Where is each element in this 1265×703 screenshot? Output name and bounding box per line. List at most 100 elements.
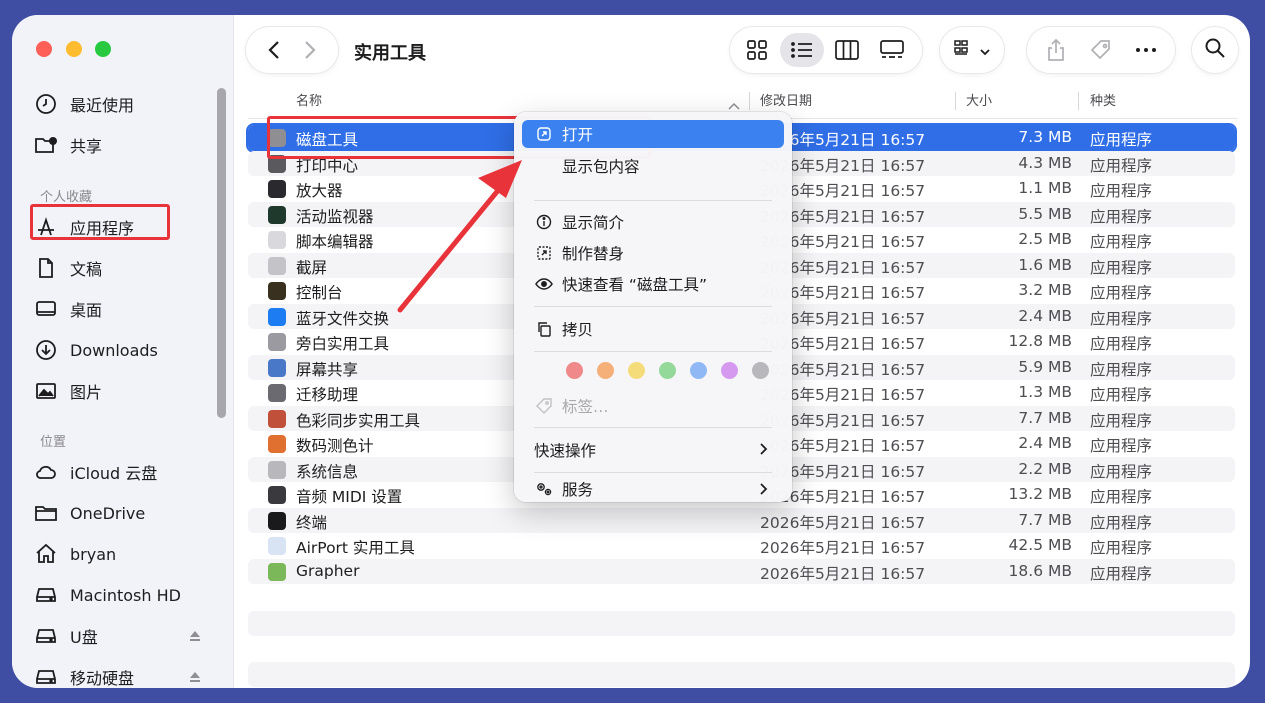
file-name: 截屏 <box>296 258 328 277</box>
column-separator[interactable] <box>1078 92 1079 110</box>
file-name: AirPort 实用工具 <box>296 539 415 557</box>
tag-color-dot[interactable] <box>628 362 645 379</box>
app-icon <box>268 282 286 300</box>
menu-item-copy[interactable]: 拷贝 <box>522 315 784 343</box>
eye-icon <box>534 274 554 294</box>
tag-color-dot[interactable] <box>721 362 738 379</box>
close-window-button[interactable] <box>36 41 52 57</box>
file-name: 色彩同步实用工具 <box>296 411 421 430</box>
column-view-button[interactable] <box>825 33 869 67</box>
window-title: 实用工具 <box>354 43 426 64</box>
file-row[interactable]: AirPort 实用工具 2026年5月21日 16:57 42.5 MB 应用程序 <box>248 533 1235 559</box>
menu-item-quick-actions[interactable]: 快速操作 <box>522 436 784 464</box>
group-by-button[interactable] <box>940 27 1004 73</box>
sidebar-item-icloud[interactable]: iCloud 云盘 <box>32 455 212 489</box>
copy-icon <box>534 319 554 339</box>
app-icon <box>268 562 286 581</box>
file-size: 4.3 MB <box>1018 153 1072 172</box>
tag-color-dot[interactable] <box>566 362 583 379</box>
column-header-name[interactable]: 名称 <box>296 90 322 112</box>
empty-row <box>248 662 1235 687</box>
menu-item-show-package-contents[interactable]: 显示包内容 <box>522 152 784 180</box>
disk-icon <box>32 622 60 650</box>
file-size: 18.6 MB <box>1008 561 1072 580</box>
menu-item-make-alias[interactable]: 制作替身 <box>522 239 784 267</box>
home-icon <box>32 540 60 568</box>
file-kind: 应用程序 <box>1090 564 1153 583</box>
file-kind: 应用程序 <box>1090 233 1153 251</box>
app-icon <box>268 511 286 530</box>
app-icon <box>268 256 286 275</box>
chevron-right-icon <box>759 482 768 500</box>
column-separator[interactable] <box>955 92 956 110</box>
menu-item-services[interactable]: 服务 <box>522 478 784 500</box>
sidebar-item-recents[interactable]: 最近使用 <box>32 87 212 121</box>
gallery-view-button[interactable] <box>870 33 914 67</box>
tag-color-dot[interactable] <box>690 362 707 379</box>
file-row[interactable]: 终端 2026年5月21日 16:57 7.7 MB 应用程序 <box>248 507 1235 533</box>
sidebar-item-label: U盘 <box>70 628 98 647</box>
view-mode-group <box>730 27 922 73</box>
sidebar-item-external-drive[interactable]: 移动硬盘 <box>32 660 212 688</box>
tag-icon <box>534 396 554 416</box>
cloud-icon <box>32 458 60 486</box>
icon-view-button[interactable] <box>735 33 779 67</box>
file-kind: 应用程序 <box>1090 156 1153 175</box>
sidebar-item-downloads[interactable]: Downloads <box>32 333 212 367</box>
app-icon <box>268 307 286 326</box>
file-kind: 应用程序 <box>1090 513 1153 532</box>
toolbar: 实用工具 <box>234 15 1250 85</box>
sidebar-item-macintosh-hd[interactable]: Macintosh HD <box>32 578 212 612</box>
eject-icon[interactable] <box>188 628 202 642</box>
file-name: 终端 <box>296 513 328 532</box>
column-header-kind[interactable]: 种类 <box>1090 90 1116 112</box>
gears-icon <box>534 479 554 499</box>
file-row[interactable]: Grapher 2026年5月21日 16:57 18.6 MB 应用程序 <box>248 558 1235 584</box>
list-view-button[interactable] <box>780 33 824 67</box>
sidebar-item-home[interactable]: bryan <box>32 537 212 571</box>
sidebar-scrollbar[interactable] <box>217 88 226 418</box>
search-button[interactable] <box>1192 27 1238 73</box>
column-header-date[interactable]: 修改日期 <box>760 90 812 112</box>
sidebar-item-documents[interactable]: 文稿 <box>32 251 212 285</box>
file-size: 1.3 MB <box>1018 383 1072 401</box>
back-button[interactable] <box>261 37 287 63</box>
sidebar-item-label: 桌面 <box>70 301 103 320</box>
sidebar-item-label: 应用程序 <box>70 219 135 238</box>
menu-item-open[interactable]: 打开 <box>522 120 784 148</box>
sidebar-item-applications[interactable]: 应用程序 <box>32 210 212 244</box>
menu-item-get-info[interactable]: 显示简介 <box>522 208 784 236</box>
tag-button[interactable] <box>1083 33 1119 67</box>
file-kind: 应用程序 <box>1090 462 1153 481</box>
more-button[interactable] <box>1128 33 1164 67</box>
chevron-right-icon <box>759 442 768 460</box>
menu-item-tags[interactable]: 标签… <box>522 392 784 420</box>
file-size: 2.4 MB <box>1018 434 1072 452</box>
forward-button[interactable] <box>297 37 323 63</box>
sidebar-item-desktop[interactable]: 桌面 <box>32 292 212 326</box>
menu-item-quick-look[interactable]: 快速查看 “磁盘工具” <box>522 270 784 298</box>
sidebar-item-shared[interactable]: 共享 <box>32 128 212 162</box>
tag-color-dot[interactable] <box>597 362 614 379</box>
sidebar-item-pictures[interactable]: 图片 <box>32 374 212 408</box>
sidebar-item-usb-drive[interactable]: U盘 <box>32 619 212 653</box>
sidebar-item-onedrive[interactable]: OneDrive <box>32 496 212 530</box>
tag-color-dot[interactable] <box>752 362 769 379</box>
sidebar-item-label: iCloud 云盘 <box>70 464 158 483</box>
minimize-window-button[interactable] <box>66 41 82 57</box>
file-kind: 应用程序 <box>1090 207 1153 226</box>
app-icon <box>268 486 286 504</box>
file-size: 7.7 MB <box>1018 408 1072 427</box>
action-group <box>1027 27 1175 73</box>
zoom-window-button[interactable] <box>95 41 111 57</box>
column-separator[interactable] <box>749 92 750 110</box>
file-size: 42.5 MB <box>1008 536 1072 554</box>
eject-icon[interactable] <box>188 669 202 683</box>
app-icon <box>268 205 286 224</box>
tag-color-dot[interactable] <box>659 362 676 379</box>
menu-separator <box>534 351 772 352</box>
column-header-size[interactable]: 大小 <box>966 90 992 112</box>
file-name: 打印中心 <box>296 156 359 175</box>
share-button[interactable] <box>1038 33 1074 67</box>
file-name: 脚本编辑器 <box>296 233 374 251</box>
